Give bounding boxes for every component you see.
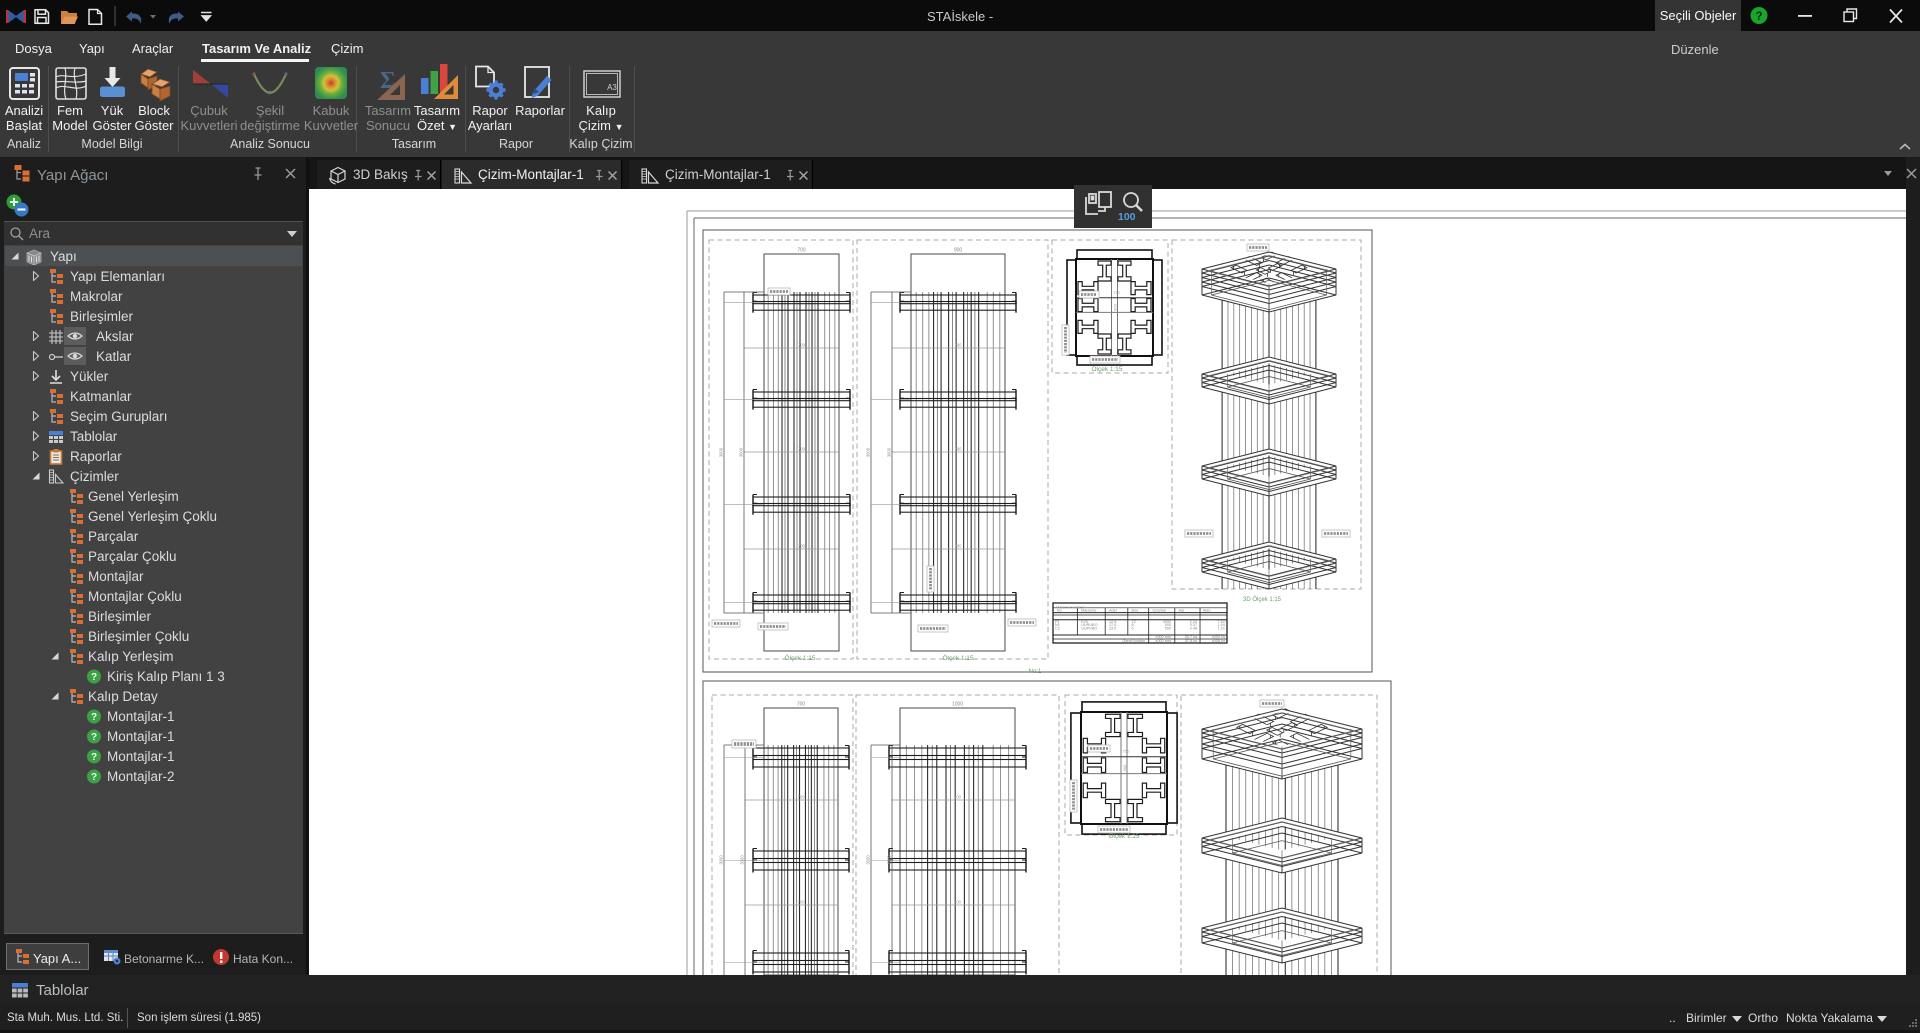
svg-text:3000: 3000 xyxy=(739,447,744,457)
svg-text:700: 700 xyxy=(797,702,806,708)
svg-text:3000: 3000 xyxy=(866,447,871,457)
svg-text:3D Ölçek 1:15: 3D Ölçek 1:15 xyxy=(1243,596,1282,603)
svg-text:700: 700 xyxy=(955,343,963,348)
svg-text:750: 750 xyxy=(1113,290,1120,295)
svg-text:3000: 3000 xyxy=(866,855,871,865)
svg-text:Ölçek 1:15: Ölçek 1:15 xyxy=(1108,832,1139,840)
svg-text:900: 900 xyxy=(1113,303,1118,310)
svg-text:700: 700 xyxy=(798,447,806,452)
svg-text:?: ? xyxy=(1755,11,1762,23)
svg-text:500: 500 xyxy=(1165,626,1171,630)
svg-text:6: 6 xyxy=(1132,626,1134,630)
svg-text:700: 700 xyxy=(798,343,806,348)
svg-text:37.8 kg: 37.8 kg xyxy=(1185,639,1197,643)
svg-text:700: 700 xyxy=(798,544,806,549)
svg-text:No: No xyxy=(1057,608,1062,612)
svg-text:?: ? xyxy=(91,772,97,783)
svg-text:Ölçek 1:15: Ölçek 1:15 xyxy=(942,654,973,662)
svg-text:?: ? xyxy=(91,732,97,743)
svg-text:A3: A3 xyxy=(607,83,617,92)
svg-text:?: ? xyxy=(91,712,97,723)
svg-text:0.48: 0.48 xyxy=(1190,626,1197,630)
svg-text:23.6: 23.6 xyxy=(1109,626,1116,630)
svg-text:1000: 1000 xyxy=(952,702,963,708)
svg-text:900: 900 xyxy=(1122,764,1127,771)
svg-text:Malzeme: Malzeme xyxy=(1081,608,1096,612)
svg-text:3000: 3000 xyxy=(719,855,724,865)
svg-text:Alan: Alan xyxy=(1203,608,1211,612)
svg-text:700: 700 xyxy=(955,544,963,549)
svg-text:3000: 3000 xyxy=(740,855,745,865)
svg-text:Adet: Adet xyxy=(1109,608,1118,612)
svg-text:Ölçek 1:15: Ölçek 1:15 xyxy=(1091,365,1122,373)
svg-text:Uzunluk: Uzunluk xyxy=(1152,608,1166,612)
svg-text:3000: 3000 xyxy=(887,447,892,457)
svg-text:700: 700 xyxy=(797,248,806,254)
svg-text:700: 700 xyxy=(954,900,962,905)
svg-text:100: 100 xyxy=(1118,211,1136,223)
svg-text:Ölçek 1:15: Ölçek 1:15 xyxy=(784,654,815,662)
svg-text:C2: C2 xyxy=(1055,626,1060,630)
svg-text:?: ? xyxy=(91,672,97,683)
svg-text:700: 700 xyxy=(798,795,806,800)
svg-text:Agr: Agr xyxy=(1179,608,1186,612)
svg-text:3000: 3000 xyxy=(719,447,724,457)
svg-text:750: 750 xyxy=(1123,748,1130,753)
svg-text:700: 700 xyxy=(798,900,806,905)
svg-text:Boy: Boy xyxy=(1132,608,1139,612)
svg-text:700: 700 xyxy=(955,447,963,452)
svg-text:3000: 3000 xyxy=(887,855,892,865)
svg-text:Genel toplam: Genel toplam xyxy=(1122,639,1145,643)
svg-text:700: 700 xyxy=(954,795,962,800)
svg-text:x008 kg: x008 kg xyxy=(1212,639,1225,643)
svg-text:1.21: 1.21 xyxy=(1218,626,1225,630)
svg-text:900: 900 xyxy=(954,248,963,254)
svg-text:UUPVBO: UUPVBO xyxy=(1081,626,1097,630)
svg-text:?: ? xyxy=(91,752,97,763)
svg-text:No:1: No:1 xyxy=(1029,669,1042,675)
svg-text:x000 mm: x000 mm xyxy=(1155,639,1171,643)
